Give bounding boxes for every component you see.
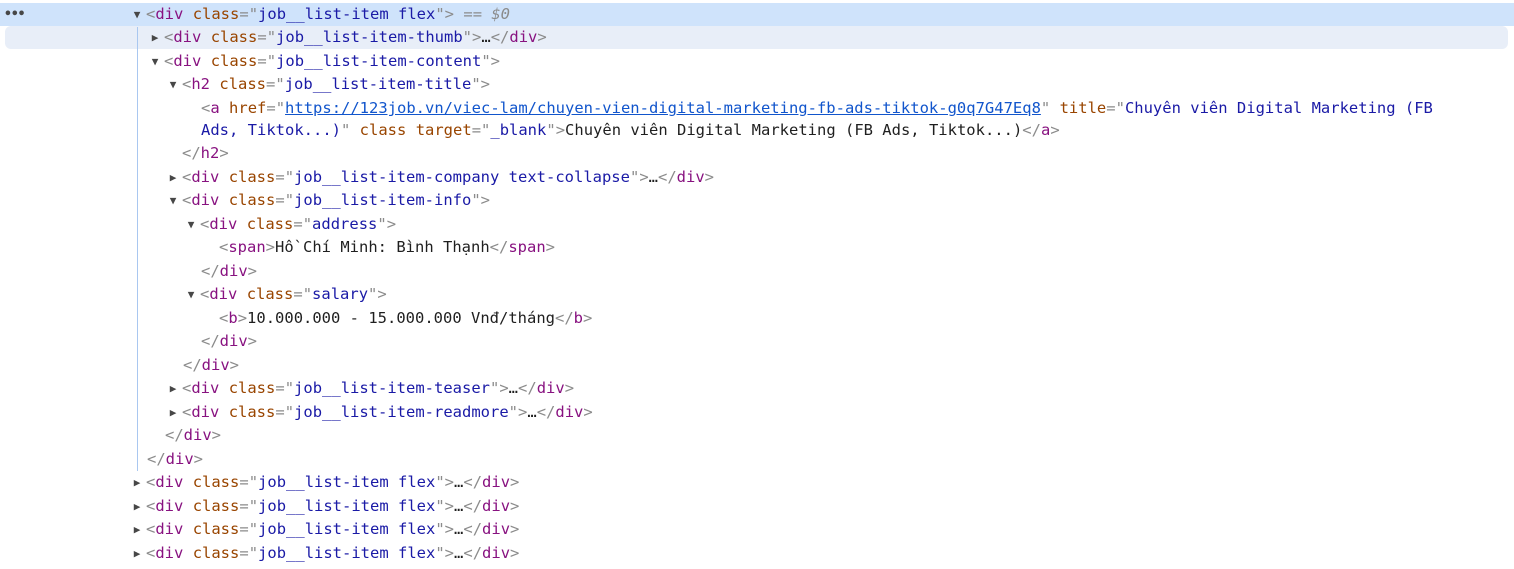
expand-triangle-icon[interactable]: ▶: [149, 26, 161, 49]
node-source: <div class="job__list-item-thumb">…</div…: [164, 28, 547, 46]
dom-node-sibling-list-item[interactable]: ▶ <div class="job__list-item flex">…</di…: [0, 542, 1514, 565]
dom-node-salary-close: </div>: [0, 330, 1514, 353]
collapse-triangle-icon[interactable]: ▼: [167, 189, 179, 212]
expand-triangle-icon[interactable]: ▶: [131, 495, 143, 518]
dom-node-salary[interactable]: ▼ <div class="salary">: [0, 283, 1514, 306]
dom-node-root-div[interactable]: ▼ <div class="job__list-item flex"> == $…: [0, 3, 1514, 26]
dom-node-content[interactable]: ▼ <div class="job__list-item-content">: [0, 50, 1514, 73]
expand-triangle-icon[interactable]: ▶: [131, 518, 143, 541]
node-source: </h2>: [182, 144, 229, 162]
node-source: <div class="job__list-item-company text-…: [182, 168, 715, 186]
node-source: <div class="address">: [200, 215, 397, 233]
collapse-triangle-icon[interactable]: ▼: [167, 73, 179, 96]
dom-node-sibling-list-item[interactable]: ▶ <div class="job__list-item flex">…</di…: [0, 518, 1514, 541]
node-source: <div class="job__list-item flex">…</div>: [146, 473, 520, 491]
dom-node-title-close: </h2>: [0, 142, 1514, 165]
node-source: </div>: [165, 426, 222, 444]
dom-node-readmore[interactable]: ▶ <div class="job__list-item-readmore">……: [0, 401, 1514, 424]
dom-node-address-close: </div>: [0, 260, 1514, 283]
node-source: <h2 class="job__list-item-title">: [182, 75, 491, 93]
collapse-triangle-icon[interactable]: ▼: [185, 213, 197, 236]
collapse-triangle-icon[interactable]: ▼: [185, 283, 197, 306]
node-source: <div class="job__list-item-info">: [182, 191, 491, 209]
node-source: Ads, Tiktok...)" class target="_blank">C…: [201, 121, 1060, 139]
node-source: </div>: [147, 450, 204, 468]
dom-node-sibling-list-item[interactable]: ▶ <div class="job__list-item flex">…</di…: [0, 495, 1514, 518]
expand-triangle-icon[interactable]: ▶: [167, 401, 179, 424]
node-source: <a href="https://123job.vn/viec-lam/chuy…: [201, 99, 1433, 117]
dom-node-root-close: </div>: [0, 448, 1514, 471]
collapse-triangle-icon[interactable]: ▼: [131, 3, 143, 26]
dom-node-thumb[interactable]: ▶ <div class="job__list-item-thumb">…</d…: [0, 26, 1514, 49]
node-source: <div class="job__list-item flex"> == $0: [146, 5, 511, 23]
node-source: </div>: [183, 356, 240, 374]
selected-node-marker: == $0: [463, 5, 511, 23]
node-source: <div class="job__list-item flex">…</div>: [146, 497, 520, 515]
dom-node-salary-b[interactable]: <b>10.000.000 - 15.000.000 Vnđ/tháng</b>: [0, 307, 1514, 330]
dom-node-title-h2[interactable]: ▼ <h2 class="job__list-item-title">: [0, 73, 1514, 96]
dom-node-sibling-list-item[interactable]: ▶ <div class="job__list-item flex">…</di…: [0, 471, 1514, 494]
expand-triangle-icon[interactable]: ▶: [167, 166, 179, 189]
href-link[interactable]: https://123job.vn/viec-lam/chuyen-vien-d…: [285, 99, 1041, 117]
node-source: <div class="job__list-item-readmore">…</…: [182, 403, 593, 421]
node-source: </div>: [201, 262, 258, 280]
dom-node-link[interactable]: <a href="https://123job.vn/viec-lam/chuy…: [0, 97, 1514, 120]
node-source: <div class="job__list-item-teaser">…</di…: [182, 379, 575, 397]
dom-node-link-continued: Ads, Tiktok...)" class target="_blank">C…: [0, 119, 1514, 142]
collapse-triangle-icon[interactable]: ▼: [149, 50, 161, 73]
expand-triangle-icon[interactable]: ▶: [131, 471, 143, 494]
dom-node-company[interactable]: ▶ <div class="job__list-item-company tex…: [0, 166, 1514, 189]
node-source: <div class="job__list-item flex">…</div>: [146, 544, 520, 562]
dom-node-teaser[interactable]: ▶ <div class="job__list-item-teaser">…</…: [0, 377, 1514, 400]
dom-node-info[interactable]: ▼ <div class="job__list-item-info">: [0, 189, 1514, 212]
dom-node-info-close: </div>: [0, 354, 1514, 377]
dom-node-address-span[interactable]: <span>Hồ Chí Minh: Bình Thạnh</span>: [0, 236, 1514, 259]
dom-node-address[interactable]: ▼ <div class="address">: [0, 213, 1514, 236]
node-source: <div class="job__list-item flex">…</div>: [146, 520, 520, 538]
dom-node-content-close: </div>: [0, 424, 1514, 447]
node-source: <span>Hồ Chí Minh: Bình Thạnh</span>: [219, 238, 555, 256]
node-source: <div class="job__list-item-content">: [164, 52, 501, 70]
node-source: </div>: [201, 332, 258, 350]
node-source: <b>10.000.000 - 15.000.000 Vnđ/tháng</b>: [219, 309, 593, 327]
node-source: <div class="salary">: [200, 285, 387, 303]
expand-triangle-icon[interactable]: ▶: [131, 542, 143, 565]
expand-triangle-icon[interactable]: ▶: [167, 377, 179, 400]
